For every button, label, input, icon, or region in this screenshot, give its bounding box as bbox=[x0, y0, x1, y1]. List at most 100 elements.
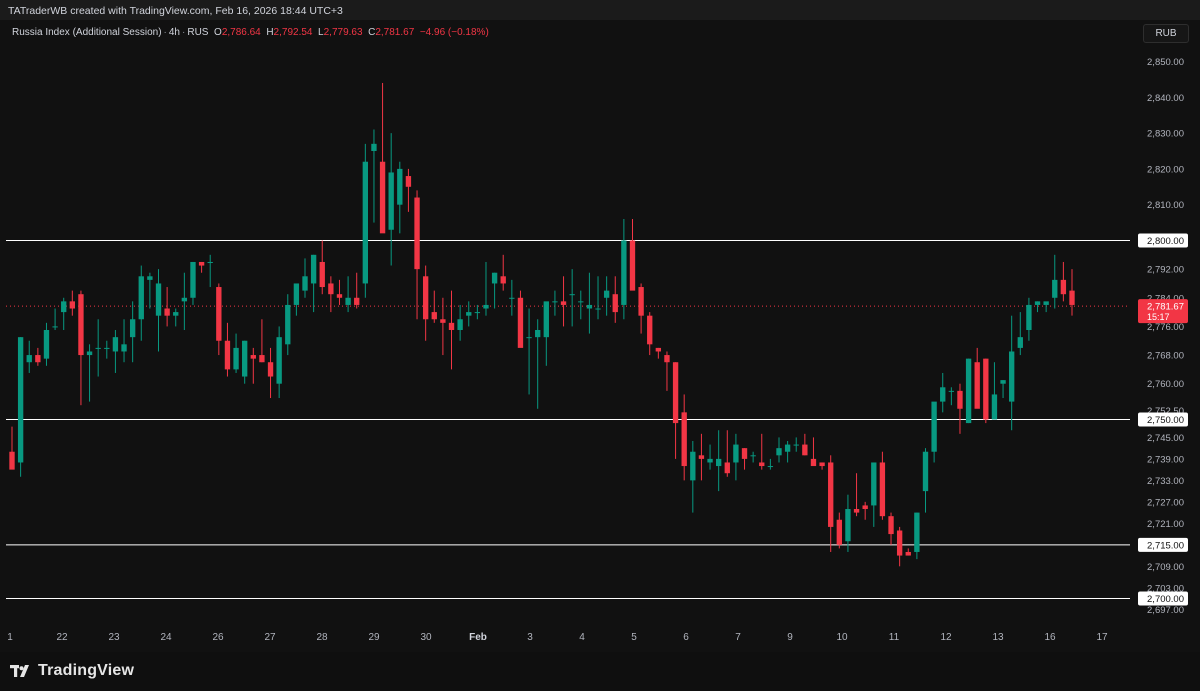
candle-body[interactable] bbox=[509, 297, 515, 299]
candle-body[interactable] bbox=[466, 312, 472, 316]
candle-body[interactable] bbox=[242, 340, 248, 377]
candle-body[interactable] bbox=[1043, 301, 1049, 305]
candle-body[interactable] bbox=[810, 458, 817, 467]
candle-body[interactable] bbox=[61, 301, 67, 313]
candle-body[interactable] bbox=[319, 261, 325, 288]
candle-body[interactable] bbox=[896, 530, 903, 556]
candle-body[interactable] bbox=[457, 319, 463, 330]
candle-body[interactable] bbox=[500, 276, 506, 284]
candle-body[interactable] bbox=[86, 351, 93, 356]
candle-body[interactable] bbox=[819, 462, 825, 467]
candle-body[interactable] bbox=[888, 516, 894, 535]
candle-body[interactable] bbox=[397, 168, 403, 205]
candle-body[interactable] bbox=[1069, 290, 1075, 305]
candle-body[interactable] bbox=[310, 254, 317, 284]
candle-body[interactable] bbox=[871, 462, 877, 506]
candle-body[interactable] bbox=[422, 276, 429, 320]
candle-body[interactable] bbox=[543, 301, 549, 338]
candle-body[interactable] bbox=[776, 448, 782, 456]
candle-body[interactable] bbox=[302, 276, 308, 291]
candle-body[interactable] bbox=[379, 161, 386, 234]
candle-body[interactable] bbox=[552, 301, 558, 303]
candle-body[interactable] bbox=[707, 458, 713, 463]
candle-body[interactable] bbox=[569, 294, 575, 296]
candle-body[interactable] bbox=[862, 505, 868, 510]
candle-body[interactable] bbox=[181, 297, 188, 302]
candle-body[interactable] bbox=[974, 362, 980, 409]
candle-body[interactable] bbox=[1009, 351, 1015, 402]
candle-body[interactable] bbox=[293, 283, 300, 305]
candle-body[interactable] bbox=[612, 294, 618, 313]
candle-body[interactable] bbox=[535, 330, 541, 338]
candle-body[interactable] bbox=[112, 337, 119, 352]
candle-body[interactable] bbox=[104, 347, 110, 349]
candle-body[interactable] bbox=[285, 304, 291, 345]
candle-body[interactable] bbox=[629, 240, 636, 291]
candle-body[interactable] bbox=[595, 308, 601, 310]
candle-body[interactable] bbox=[388, 172, 394, 230]
candle-body[interactable] bbox=[414, 197, 420, 270]
candle-body[interactable] bbox=[1000, 380, 1006, 384]
candle-body[interactable] bbox=[138, 276, 144, 320]
candle-body[interactable] bbox=[931, 401, 937, 452]
candle-body[interactable] bbox=[328, 283, 334, 295]
candle-body[interactable] bbox=[95, 347, 101, 349]
candle-body[interactable] bbox=[216, 287, 222, 341]
interval-label[interactable]: 4h bbox=[169, 27, 180, 38]
candle-body[interactable] bbox=[448, 322, 455, 330]
candle-body[interactable] bbox=[17, 337, 24, 463]
candle-body[interactable] bbox=[914, 512, 920, 552]
candle-body[interactable] bbox=[1026, 304, 1032, 330]
price-chart[interactable]: 2,850.00 2,840.00 2,830.00 2,820.00 2,810.00… bbox=[0, 20, 1200, 652]
candle-body[interactable] bbox=[664, 355, 670, 363]
candle-body[interactable] bbox=[491, 272, 498, 284]
candle-body[interactable] bbox=[9, 451, 15, 470]
candle-body[interactable] bbox=[517, 297, 524, 348]
candle-body[interactable] bbox=[879, 462, 886, 517]
candle-body[interactable] bbox=[741, 448, 748, 459]
candle-body[interactable] bbox=[802, 444, 808, 456]
candle-body[interactable] bbox=[922, 451, 929, 492]
candle-body[interactable] bbox=[586, 304, 593, 309]
candle-body[interactable] bbox=[345, 297, 351, 305]
candle-body[interactable] bbox=[78, 294, 84, 356]
candle-body[interactable] bbox=[698, 455, 705, 459]
candle-body[interactable] bbox=[69, 301, 75, 309]
candle-body[interactable] bbox=[957, 390, 963, 409]
candle-body[interactable] bbox=[767, 466, 774, 468]
candle-body[interactable] bbox=[991, 394, 998, 420]
candle-body[interactable] bbox=[750, 455, 756, 457]
candle-body[interactable] bbox=[733, 444, 739, 463]
candle-body[interactable] bbox=[233, 347, 239, 370]
candle-body[interactable] bbox=[526, 337, 532, 339]
candle-body[interactable] bbox=[26, 355, 32, 363]
candle-body[interactable] bbox=[621, 240, 627, 305]
candle-body[interactable] bbox=[474, 312, 481, 314]
symbol-name[interactable]: Russia Index (Additional Session) bbox=[12, 27, 162, 38]
candle-body[interactable] bbox=[164, 308, 170, 316]
candle-body[interactable] bbox=[207, 261, 213, 263]
candle-body[interactable] bbox=[155, 283, 162, 316]
candle-body[interactable] bbox=[267, 362, 274, 377]
candle-body[interactable] bbox=[784, 444, 791, 452]
candle-body[interactable] bbox=[578, 301, 584, 303]
candle-body[interactable] bbox=[940, 387, 946, 402]
candle-body[interactable] bbox=[173, 312, 179, 316]
candle-body[interactable] bbox=[836, 519, 842, 545]
candle-body[interactable] bbox=[715, 458, 722, 467]
candle-body[interactable] bbox=[431, 312, 437, 320]
candle-body[interactable] bbox=[1017, 337, 1023, 348]
currency-button[interactable]: RUB bbox=[1143, 24, 1189, 43]
candle-body[interactable] bbox=[690, 451, 696, 481]
candle-body[interactable] bbox=[845, 509, 851, 542]
candle-body[interactable] bbox=[724, 462, 730, 474]
candle-body[interactable] bbox=[603, 290, 610, 298]
candle-body[interactable] bbox=[828, 462, 834, 527]
candle-body[interactable] bbox=[948, 390, 955, 392]
candle-body[interactable] bbox=[905, 551, 911, 556]
candle-body[interactable] bbox=[1034, 301, 1041, 305]
candle-body[interactable] bbox=[147, 276, 153, 280]
candle-body[interactable] bbox=[672, 362, 679, 424]
candle-body[interactable] bbox=[793, 444, 799, 446]
candle-body[interactable] bbox=[965, 358, 972, 424]
